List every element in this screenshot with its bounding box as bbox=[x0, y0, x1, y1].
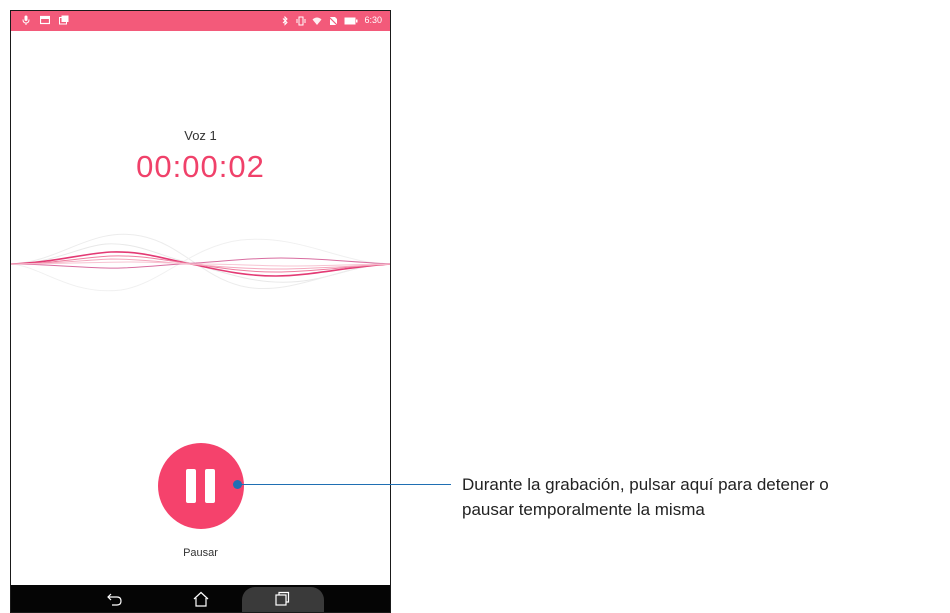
callout-line-1: Durante la grabación, pulsar aquí para d… bbox=[462, 475, 829, 494]
sound-waveform bbox=[11, 233, 390, 292]
status-time: 6:30 bbox=[364, 15, 382, 25]
bluetooth-icon bbox=[280, 15, 290, 26]
back-icon[interactable] bbox=[106, 591, 124, 607]
pause-icon-bar bbox=[205, 469, 215, 503]
recording-title: Voz 1 bbox=[184, 128, 217, 143]
tablet-screen: 6:30 Voz 1 00:00:02 Pausar bbox=[10, 10, 391, 613]
pause-button[interactable] bbox=[158, 443, 244, 529]
callout-line bbox=[237, 484, 451, 485]
recording-timer: 00:00:02 bbox=[136, 149, 265, 184]
status-bar-right: 6:30 bbox=[280, 15, 382, 26]
pause-label: Pausar bbox=[183, 547, 218, 559]
status-bar: 6:30 bbox=[11, 11, 390, 31]
pause-icon bbox=[186, 469, 196, 503]
battery-icon bbox=[344, 16, 358, 26]
home-icon[interactable] bbox=[192, 591, 210, 607]
callout-line-2: pausar temporalmente la misma bbox=[462, 500, 705, 519]
microphone-icon bbox=[21, 15, 31, 25]
no-sim-icon bbox=[328, 16, 338, 26]
vibrate-icon bbox=[296, 16, 306, 26]
image-icon bbox=[40, 15, 50, 25]
wifi-icon bbox=[312, 16, 322, 26]
recent-apps-icon[interactable] bbox=[273, 591, 291, 607]
navigation-bar bbox=[11, 585, 390, 612]
callout-text: Durante la grabación, pulsar aquí para d… bbox=[462, 472, 950, 522]
callout-pointer bbox=[233, 480, 242, 489]
gallery-icon bbox=[59, 15, 69, 25]
status-bar-left bbox=[21, 15, 69, 25]
